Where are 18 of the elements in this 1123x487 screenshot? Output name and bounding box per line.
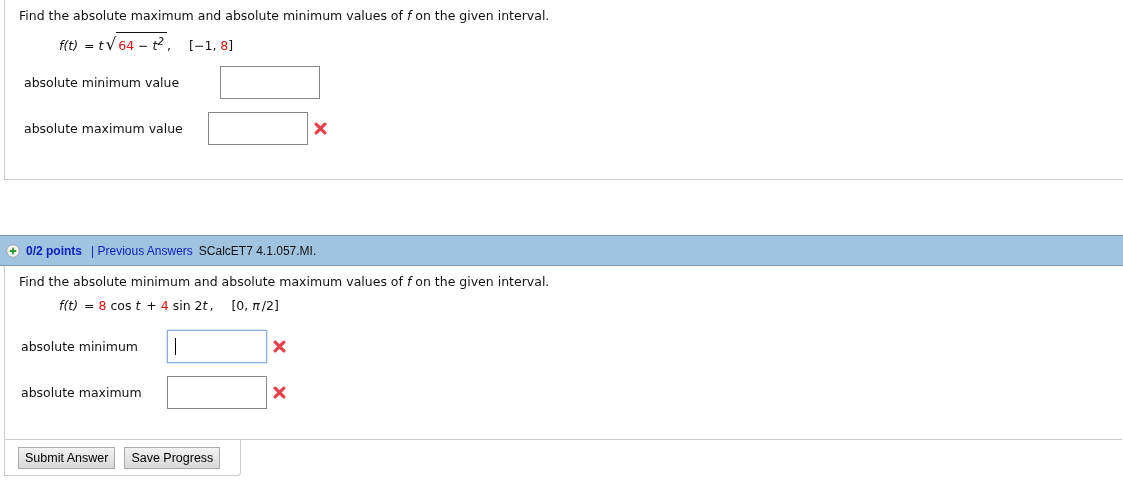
- points-label: 0/2 points: [26, 243, 82, 258]
- question-text: Find the absolute maximum and absolute minimum values of f on the given interval.: [19, 8, 551, 24]
- answer-label: absolute maximum value: [24, 121, 184, 136]
- answer-field[interactable]: [167, 330, 267, 363]
- answer-label: absolute minimum: [21, 339, 140, 354]
- answer-field[interactable]: [167, 376, 267, 409]
- answer-field[interactable]: [208, 112, 308, 145]
- previous-answers-link[interactable]: | Previous Answers: [91, 243, 193, 258]
- answer-label: absolute maximum: [21, 385, 143, 400]
- answer-label: absolute minimum value: [24, 75, 181, 90]
- formula: f(t) = t√64 − t$^{2}$ , [−1, 8]: [59, 32, 235, 54]
- question-text: Find the absolute minimum and absolute maximum values of f on the given interval.: [19, 274, 551, 290]
- plus-icon[interactable]: [6, 243, 20, 258]
- answer-field[interactable]: [220, 66, 320, 99]
- form-button[interactable]: Submit Answer: [18, 447, 116, 469]
- form-button[interactable]: Save Progress: [124, 447, 221, 469]
- formula: f(t) = 8 cos t + 4 sin 2t , [0, π /2]: [59, 298, 280, 315]
- source-label: SCalcET7 4.1.057.MI.: [198, 243, 317, 258]
